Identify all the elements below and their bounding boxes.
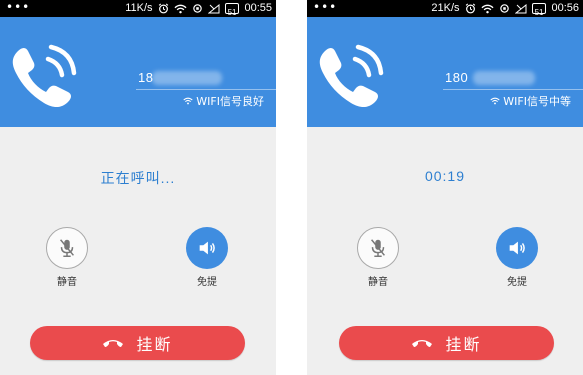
stage: ••• 11K/s 51 00:55 18 WIFI信号良好 正在呼叫... 静… bbox=[0, 0, 583, 375]
call-status: 正在呼叫... bbox=[100, 170, 176, 186]
call-timer: 00:19 bbox=[424, 168, 466, 184]
speaker-label: 免提 bbox=[197, 277, 217, 288]
wifi-signal-status: WIFI信号良好 bbox=[183, 93, 264, 109]
phone-icon bbox=[319, 44, 384, 108]
number-redaction bbox=[152, 71, 222, 85]
speaker-button[interactable] bbox=[496, 227, 538, 269]
hangup-label: 挂断 bbox=[445, 335, 482, 354]
header-divider bbox=[443, 89, 583, 90]
signal-icon bbox=[207, 3, 220, 14]
speaker-label: 免提 bbox=[507, 277, 527, 288]
phone-screen-connected: ••• 21K/s 51 00:56 180 WIFI信号中等 00:19 静音… bbox=[307, 0, 583, 375]
hangup-handset-icon bbox=[103, 340, 124, 347]
speaker-icon bbox=[199, 241, 215, 255]
call-header: 180 WIFI信号中等 bbox=[307, 17, 583, 127]
battery-indicator: 51 bbox=[531, 3, 547, 17]
mute-label: 静音 bbox=[368, 277, 388, 288]
hangup-label: 挂断 bbox=[136, 335, 173, 354]
notification-dots: ••• bbox=[6, 0, 31, 14]
status-right-group: 21K/s 51 00:56 bbox=[431, 0, 579, 17]
phone-screen-calling: ••• 11K/s 51 00:55 18 WIFI信号良好 正在呼叫... 静… bbox=[0, 0, 276, 375]
number-redaction bbox=[473, 71, 535, 85]
mute-button[interactable] bbox=[46, 227, 88, 269]
phone-number-area: 18 bbox=[136, 68, 276, 88]
header-divider bbox=[136, 89, 276, 90]
phone-icon bbox=[12, 44, 77, 108]
clock-time: 00:55 bbox=[244, 2, 272, 14]
wifi-signal-text: WIFI信号良好 bbox=[196, 95, 264, 108]
clock-time: 00:56 bbox=[551, 2, 579, 14]
sync-icon bbox=[499, 3, 510, 14]
phone-number: 180 bbox=[445, 70, 469, 85]
alarm-icon bbox=[465, 3, 476, 14]
wifi-signal-status: WIFI信号中等 bbox=[490, 93, 571, 109]
signal-icon bbox=[514, 3, 527, 14]
mute-mic-icon bbox=[371, 239, 385, 257]
mute-label: 静音 bbox=[57, 277, 77, 288]
notification-dots: ••• bbox=[313, 0, 338, 14]
wifi-status-icon bbox=[481, 4, 494, 14]
phone-number-area: 180 bbox=[443, 68, 583, 88]
wifi-status-icon bbox=[174, 4, 187, 14]
network-speed: 11K/s bbox=[125, 2, 153, 14]
network-speed: 21K/s bbox=[431, 2, 460, 14]
status-right-group: 11K/s 51 00:55 bbox=[125, 0, 272, 17]
speaker-icon bbox=[509, 241, 525, 255]
wifi-signal-text: WIFI信号中等 bbox=[503, 95, 571, 108]
sync-icon bbox=[192, 3, 203, 14]
hangup-button[interactable]: 挂断 bbox=[339, 326, 554, 360]
battery-indicator: 51 bbox=[224, 3, 240, 17]
mute-mic-icon bbox=[60, 239, 74, 257]
status-bar: ••• 11K/s 51 00:55 bbox=[0, 0, 276, 17]
wifi-icon bbox=[183, 97, 193, 105]
hangup-handset-icon bbox=[412, 340, 433, 347]
status-bar: ••• 21K/s 51 00:56 bbox=[307, 0, 583, 17]
hangup-button[interactable]: 挂断 bbox=[30, 326, 245, 360]
wifi-icon bbox=[490, 97, 500, 105]
call-header: 18 WIFI信号良好 bbox=[0, 17, 276, 127]
alarm-icon bbox=[158, 3, 169, 14]
speaker-button[interactable] bbox=[186, 227, 228, 269]
mute-button[interactable] bbox=[357, 227, 399, 269]
